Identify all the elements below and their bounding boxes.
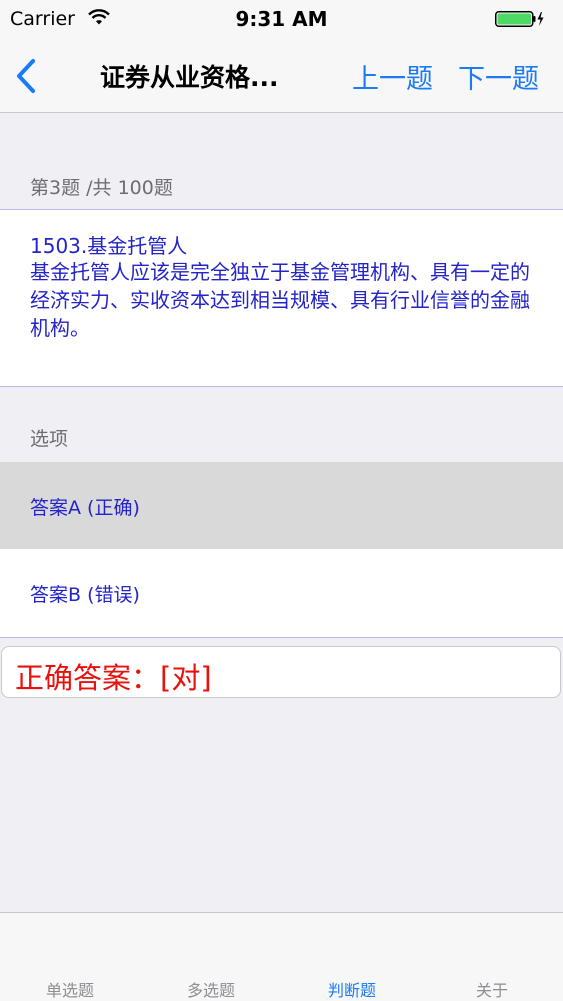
tab-bar: 单选题 多选题 判断题 关于: [0, 912, 563, 1001]
tab-label: 判断题: [327, 981, 376, 1000]
correct-answer-text: 正确答案：[对]: [15, 661, 212, 695]
options-header: 选项: [30, 428, 69, 450]
status-bar: Carrier 9:31 AM: [0, 0, 563, 40]
navigation-bar: 证券从业资格... 上一题 下一题: [0, 40, 563, 113]
status-time: 9:31 AM: [235, 7, 328, 31]
question-body: 基金托管人应该是完全独立于基金管理机构、具有一定的经济实力、实收资本达到相当规模…: [30, 260, 530, 340]
tab-label: 多选题: [186, 981, 235, 1000]
option-b-label: 答案B (错误): [30, 584, 140, 606]
tab-single-choice[interactable]: 单选题: [0, 913, 140, 1001]
back-chevron-icon[interactable]: [14, 58, 38, 94]
option-b[interactable]: 答案B (错误): [0, 549, 563, 638]
option-a[interactable]: 答案A (正确): [0, 462, 563, 549]
tab-multiple-choice[interactable]: 多选题: [141, 913, 281, 1001]
question-progress: 第3题 /共 100题: [30, 177, 173, 199]
question-title: 1503.基金托管人: [30, 234, 188, 258]
option-a-label: 答案A (正确): [30, 497, 140, 519]
tab-about[interactable]: 关于: [422, 913, 562, 1001]
tab-true-false[interactable]: 判断题: [282, 913, 422, 1001]
tab-label: 关于: [475, 981, 508, 1000]
question-card: 1503.基金托管人 基金托管人应该是完全独立于基金管理机构、具有一定的经济实力…: [0, 209, 563, 387]
battery-icon: [495, 11, 544, 27]
page-title: 证券从业资格...: [100, 63, 279, 92]
tab-label: 单选题: [45, 981, 94, 1000]
correct-answer-box: 正确答案：[对]: [1, 646, 561, 698]
previous-question-button[interactable]: 上一题: [352, 57, 433, 96]
next-question-button[interactable]: 下一题: [458, 57, 539, 96]
